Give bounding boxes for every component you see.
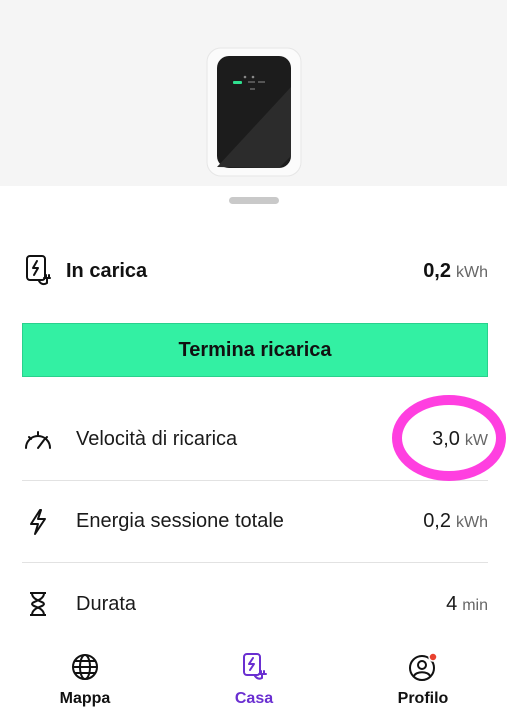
charging-status-label: In carica	[66, 259, 148, 282]
stat-label: Energia sessione totale	[76, 510, 284, 532]
globe-icon	[72, 654, 98, 680]
session-energy-value: 0,2 kWh	[423, 259, 488, 282]
lightning-icon	[22, 506, 54, 538]
tab-label: Casa	[234, 690, 274, 707]
stop-charging-button[interactable]: Termina ricarica	[22, 323, 488, 377]
stat-label: Durata	[76, 592, 137, 615]
home-charger-icon	[243, 653, 267, 680]
highlight-circle-annotation	[392, 395, 506, 481]
session-energy-unit: kWh	[456, 263, 488, 281]
tab-casa[interactable]: Casa	[199, 652, 309, 710]
stat-value: 4 min	[446, 592, 488, 615]
profile-icon	[409, 652, 438, 681]
stat-value: 0,2 kWh	[423, 510, 488, 532]
tab-profilo[interactable]: Profilo	[368, 652, 478, 710]
tab-label: Profilo	[397, 690, 449, 707]
stat-row-total-energy: Energia sessione totale 0,2 kWh	[22, 481, 488, 563]
stat-unit: min	[462, 596, 488, 614]
charging-plug-icon	[26, 255, 51, 286]
notification-dot	[428, 652, 438, 662]
charger-hero	[0, 0, 507, 188]
stat-label: Velocità di ricarica	[76, 428, 238, 450]
stat-unit: kWh	[456, 514, 488, 531]
tab-mappa[interactable]: Mappa	[30, 652, 140, 710]
stat-row-duration: Durata 4 min	[22, 563, 488, 645]
bottom-tab-bar: Mappa Casa Profilo	[0, 640, 507, 710]
hourglass-icon	[22, 588, 54, 620]
tab-label: Mappa	[59, 690, 111, 707]
sheet-drag-handle[interactable]	[229, 197, 279, 204]
charging-status-row: In carica 0,2 kWh	[22, 253, 488, 289]
wallbox-charger-image	[206, 47, 302, 177]
speedometer-icon	[22, 424, 54, 456]
